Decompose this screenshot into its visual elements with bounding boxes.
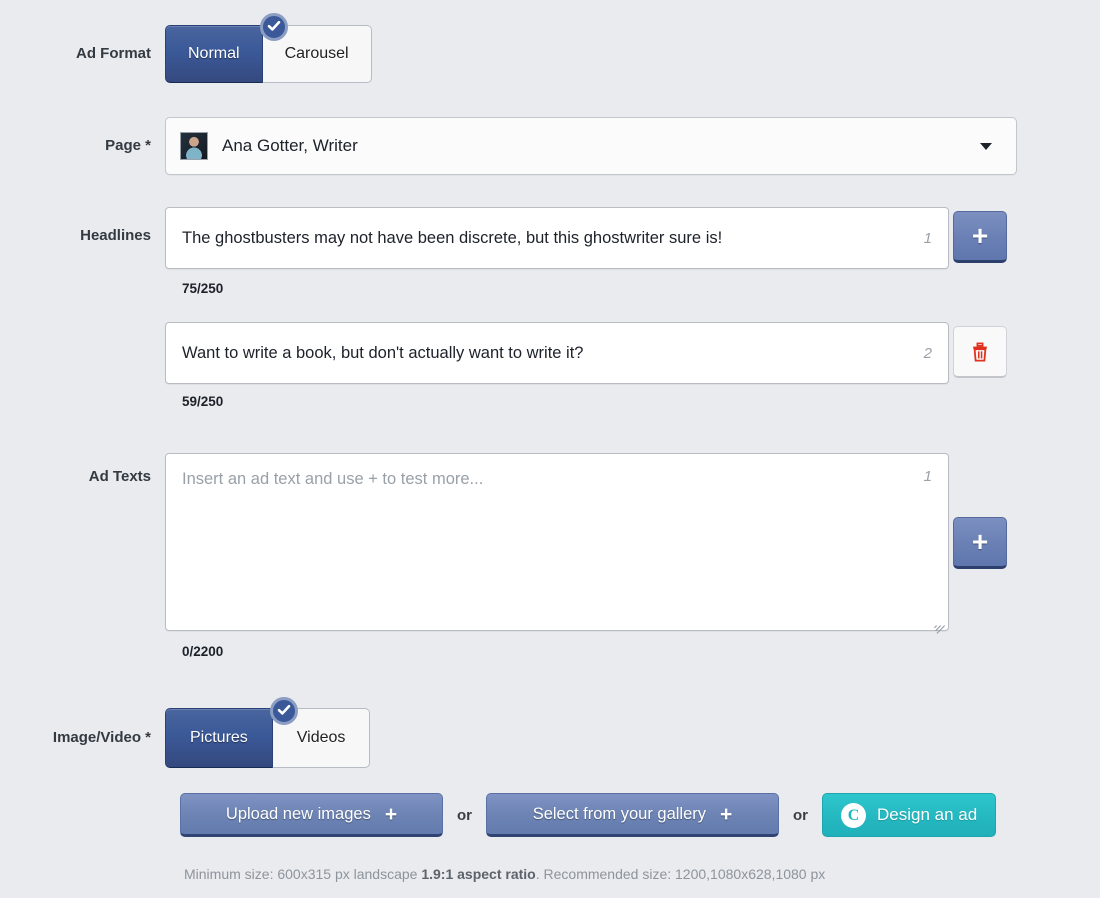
chevron-down-icon[interactable]	[980, 142, 992, 150]
page-label: Page *	[105, 137, 151, 154]
page-select[interactable]: Ana Gotter, Writer	[165, 117, 1017, 175]
hint-prefix: Minimum size: 600x315 px landscape	[184, 866, 422, 882]
design-an-ad-button[interactable]: C Design an ad	[822, 793, 997, 837]
ad-format-row: Ad Format Normal Carousel	[0, 13, 372, 83]
ad-texts-label: Ad Texts	[88, 468, 151, 485]
ad-text-placeholder: Insert an ad text and use + to test more…	[182, 470, 484, 488]
hint-aspect-ratio: 1.9:1 aspect ratio	[421, 866, 536, 882]
ad-texts-row: Ad Texts Insert an ad text and use + to …	[0, 453, 1007, 634]
upload-new-images-button[interactable]: Upload new images +	[180, 793, 443, 837]
ad-text-index: 1	[923, 468, 932, 485]
or-separator-2: or	[793, 806, 808, 824]
check-icon	[260, 13, 288, 41]
page-selected-value: Ana Gotter, Writer	[222, 136, 358, 155]
hint-suffix: . Recommended size: 1200,1080x628,1080 p…	[535, 866, 826, 882]
headline-item-1: The ghostbusters may not have been discr…	[165, 207, 1007, 269]
ad-creation-form: Ad Format Normal Carousel Page * Ana Got…	[0, 0, 1100, 898]
delete-headline-button[interactable]	[953, 326, 1007, 378]
page-row: Page * Ana Gotter, Writer	[0, 117, 1017, 175]
select-from-gallery-button[interactable]: Select from your gallery +	[486, 793, 779, 837]
plus-icon: +	[720, 802, 733, 826]
add-headline-button[interactable]: +	[953, 211, 1007, 263]
resize-grip-icon[interactable]	[933, 615, 945, 634]
headline-counter-1: 75/250	[182, 281, 224, 296]
headline-index-2: 2	[923, 344, 932, 362]
media-size-hint: Minimum size: 600x315 px landscape 1.9:1…	[184, 866, 825, 882]
media-actions: Upload new images + or Select from your …	[180, 793, 997, 837]
canva-logo-icon: C	[841, 802, 866, 828]
add-ad-text-button[interactable]: +	[953, 517, 1007, 569]
headline-index-1: 1	[923, 229, 932, 247]
headline-item-2: Want to write a book, but don't actually…	[165, 322, 1007, 384]
design-an-ad-label: Design an ad	[877, 805, 978, 824]
media-type-option-pictures[interactable]: Pictures	[165, 708, 273, 768]
headlines-row: Headlines The ghostbusters may not have …	[0, 207, 1007, 409]
headline-input-1[interactable]: The ghostbusters may not have been discr…	[165, 207, 949, 269]
ad-format-label: Ad Format	[76, 45, 151, 62]
headlines-label: Headlines	[80, 227, 151, 244]
ad-text-counter: 0/2200	[182, 644, 224, 659]
or-separator-1: or	[457, 806, 472, 824]
plus-icon: +	[384, 802, 398, 826]
headline-value-2: Want to write a book, but don't actually…	[182, 343, 584, 362]
image-video-row: Image/Video * Pictures Videos	[0, 697, 371, 768]
check-icon	[270, 697, 298, 725]
headline-input-2[interactable]: Want to write a book, but don't actually…	[165, 322, 949, 384]
image-video-toggle: Pictures Videos	[165, 697, 371, 768]
trash-icon	[973, 342, 987, 361]
ad-text-textarea[interactable]: Insert an ad text and use + to test more…	[165, 453, 949, 634]
ad-text-item: Insert an ad text and use + to test more…	[165, 453, 1007, 634]
avatar	[180, 132, 208, 160]
image-video-label: Image/Video *	[52, 729, 151, 746]
headline-counter-2: 59/250	[182, 394, 224, 409]
upload-new-images-label: Upload new images	[225, 804, 371, 823]
ad-format-option-normal[interactable]: Normal	[165, 25, 263, 83]
select-from-gallery-label: Select from your gallery	[532, 804, 707, 823]
ad-format-toggle: Normal Carousel	[165, 13, 372, 83]
headline-value-1: The ghostbusters may not have been discr…	[182, 228, 723, 247]
headlines-list: The ghostbusters may not have been discr…	[165, 207, 1007, 409]
